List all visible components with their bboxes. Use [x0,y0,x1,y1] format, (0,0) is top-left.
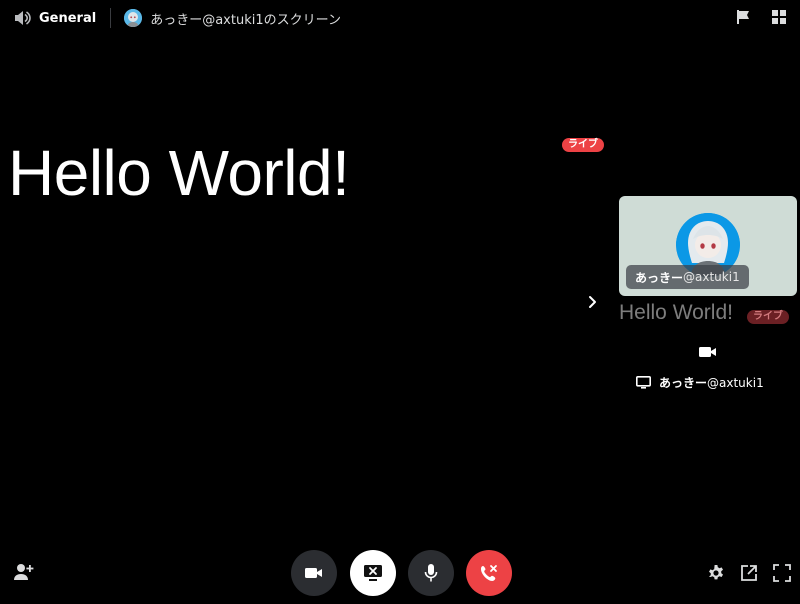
microphone-icon [424,564,438,582]
participant-name: あっきー [635,270,684,285]
fullscreen-icon[interactable] [772,563,792,583]
channel-header: General あっきー@axtuki1のスクリーン [12,8,341,28]
add-user-icon[interactable] [13,562,35,582]
stop-screen-share-icon [364,565,382,581]
preview-live-badge: ライブ [747,310,789,324]
video-camera-icon [698,344,718,360]
avatar [124,9,143,27]
live-badge: ライブ [562,138,604,152]
screen-share-label: あっきー @axtuki1 [636,374,764,391]
speaker-icon [12,9,32,27]
participant-card[interactable]: あっきー @axtuki1 [619,196,797,296]
channel-name: General [39,10,97,26]
participant-name-tag: あっきー @axtuki1 [626,265,749,289]
header-divider [110,8,112,28]
stop-screen-share-button[interactable] [350,550,396,596]
camera-button[interactable] [291,550,337,596]
flag-icon[interactable] [734,8,752,26]
pop-out-icon[interactable] [739,563,759,583]
hang-up-icon [481,565,497,581]
screen-title: あっきー@axtuki1のスクリーン [150,12,341,28]
top-bar: General あっきー@axtuki1のスクリーン [0,0,800,36]
leave-call-button[interactable] [466,550,512,596]
main-stream[interactable]: Hello World! [0,36,612,472]
microphone-button[interactable] [408,550,454,596]
stream-preview-text: Hello World! [619,301,733,324]
monitor-icon [636,375,651,390]
participant-handle: @axtuki1 [683,270,740,284]
screen-share-name: あっきー [659,376,708,390]
header-actions [734,8,788,26]
grid-layout-icon[interactable] [770,8,788,26]
video-camera-icon [305,568,322,578]
shared-screen-text: Hello World! [8,137,350,209]
screen-share-handle: @axtuki1 [707,375,764,390]
chevron-right-icon[interactable] [586,294,600,310]
gear-icon[interactable] [706,563,726,583]
